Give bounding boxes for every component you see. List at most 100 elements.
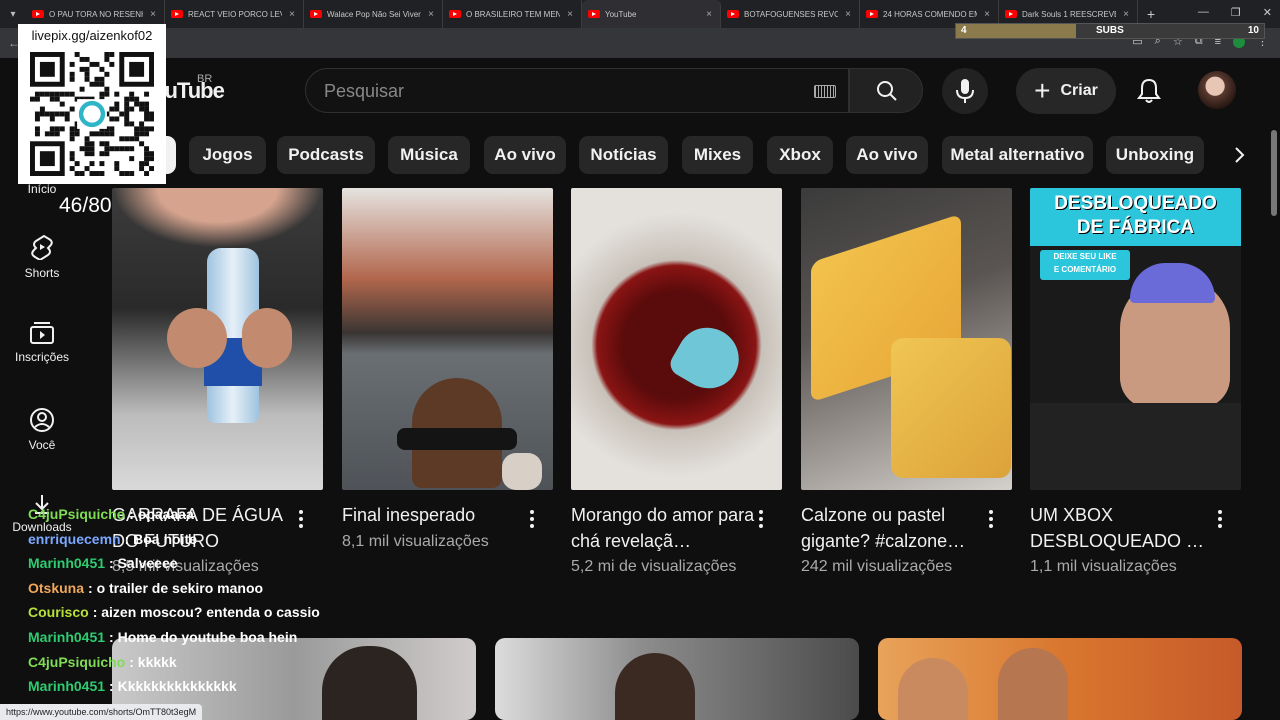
chips-next-button[interactable] [1217, 136, 1261, 174]
search-icon [877, 81, 897, 101]
chip[interactable]: Unboxing [1106, 136, 1204, 174]
tab-close-icon[interactable]: × [148, 9, 158, 20]
tab-title: YouTube [605, 9, 637, 19]
screen: ▾ O PAU TORA NO RESENHA × REACT VEIO PORC… [0, 0, 1280, 720]
page-scrollbar[interactable] [1271, 130, 1277, 216]
video-thumbnail[interactable] [878, 638, 1242, 720]
chat-message: Marinh0451: Salveeee [28, 555, 178, 571]
minimize-icon[interactable]: — [1198, 6, 1209, 19]
chip[interactable]: Metal alternativo [942, 136, 1093, 174]
tab-close-icon[interactable]: × [843, 9, 853, 20]
chat-username: enrriquecemn [28, 530, 121, 547]
tab-close-icon[interactable]: × [982, 9, 992, 20]
qr-label: livepix.gg/aizenkof02 [31, 28, 153, 43]
close-window-icon[interactable]: ✕ [1263, 6, 1272, 19]
sidebar-item-shorts[interactable]: Shorts [0, 234, 84, 280]
short-views: 1,1 mil visualizações [1030, 558, 1177, 575]
search-box[interactable]: Pesquisar [305, 68, 849, 113]
chat-username: Marinh0451 [28, 629, 106, 645]
short-thumbnail[interactable] [801, 188, 1012, 490]
tab-close-icon[interactable]: × [1121, 9, 1131, 20]
short-thumbnail[interactable] [112, 188, 323, 490]
youtube-favicon-icon [449, 10, 461, 18]
tab-title: O PAU TORA NO RESENHA [49, 9, 143, 19]
more-options-icon[interactable] [1217, 510, 1223, 530]
chat-message: Marinh0451: Kkkkkkkkkkkkkkk [28, 678, 237, 694]
chip[interactable]: Xbox [767, 136, 833, 174]
tab-title: 24 HORAS COMENDO EM [883, 9, 977, 19]
tab-title: Dark Souls 1 REESCREVE [1022, 9, 1116, 19]
youtube-favicon-icon [866, 10, 878, 18]
more-options-icon[interactable] [758, 510, 764, 530]
chat-text: : aizen moscou? entenda o cassio [92, 604, 320, 621]
more-options-icon[interactable] [298, 510, 304, 530]
keyboard-icon[interactable] [814, 85, 836, 98]
tab-close-icon[interactable]: × [287, 9, 297, 20]
sidebar-item-label: Shorts [24, 266, 60, 280]
youtube-favicon-icon [1005, 10, 1017, 18]
microphone-icon [956, 79, 974, 103]
notifications-bell-icon[interactable] [1135, 77, 1163, 105]
account-avatar[interactable] [1198, 71, 1236, 109]
create-button[interactable]: + Criar [1016, 68, 1116, 114]
short-views: 5,2 mi de visualizações [571, 558, 737, 575]
sidebar-item-subscriptions[interactable]: Inscrições [0, 322, 84, 364]
goal-counter: 46/80 [59, 194, 112, 217]
chat-message: C4juPsiquicho: opaaaaa [28, 506, 194, 522]
chevron-right-icon [1235, 147, 1245, 163]
chat-message: Otskuna: o trailer de sekiro manoo [28, 580, 263, 596]
search-button[interactable] [849, 68, 923, 113]
chat-text: : Salveeee [109, 555, 178, 572]
plus-icon: + [1034, 75, 1051, 106]
thumbnail-caption: DESBLOQUEADO [1054, 193, 1217, 214]
browser-tab[interactable]: O BRASILEIRO TEM MENOS × [443, 0, 582, 28]
short-title[interactable]: Calzone ou pastel gigante? #calzone… [801, 502, 991, 554]
donation-qr-code: livepix.gg/aizenkof02 [18, 24, 166, 184]
tab-close-icon[interactable]: × [565, 9, 575, 20]
short-thumbnail[interactable] [342, 188, 553, 490]
search-input[interactable]: Pesquisar [324, 81, 404, 102]
chip[interactable]: Notícias [579, 136, 668, 174]
video-thumbnail[interactable] [495, 638, 859, 720]
short-thumbnail[interactable] [571, 188, 782, 490]
tab-title: Walace Pop Não Sei Viver [327, 9, 421, 19]
chip[interactable]: Ao vivo [846, 136, 928, 174]
restore-icon[interactable]: ❐ [1231, 6, 1241, 19]
window-controls: — ❐ ✕ [1198, 6, 1272, 19]
chat-username: Marinh0451 [28, 555, 106, 572]
short-views: 8,1 mil visualizações [342, 533, 489, 550]
chip[interactable]: Mixes [682, 136, 753, 174]
new-tab-icon[interactable]: + [1138, 6, 1164, 22]
chip[interactable]: Jogos [189, 136, 266, 174]
tab-close-icon[interactable]: × [704, 9, 714, 20]
subscriptions-icon [30, 322, 54, 344]
chip[interactable]: Podcasts [277, 136, 375, 174]
short-title[interactable]: Final inesperado [342, 502, 532, 528]
subs-goal-bar: 4 SUBS 10 [955, 23, 1265, 39]
browser-tab[interactable]: Walace Pop Não Sei Viver × [304, 0, 443, 28]
tab-close-icon[interactable]: × [426, 9, 436, 20]
sidebar-item-label: Você [28, 438, 56, 452]
link-status-bar: https://www.youtube.com/shorts/OmTT80t3e… [0, 704, 203, 720]
short-title[interactable]: Morango do amor para chá revelaçã… [571, 502, 761, 554]
thumbnail-caption: DE FÁBRICA [1076, 217, 1195, 238]
more-options-icon[interactable] [529, 510, 535, 530]
short-thumbnail[interactable]: DESBLOQUEADO DE FÁBRICA DEIXE SEU LIKE E… [1030, 188, 1241, 490]
thumbnail-caption: DEIXE SEU LIKE [1053, 252, 1117, 261]
chip[interactable]: Ao vivo [484, 136, 566, 174]
more-options-icon[interactable] [988, 510, 994, 530]
browser-tab[interactable]: REACT VEIO PORCO LEVA × [165, 0, 304, 28]
subs-goal-label: SUBS [1096, 25, 1124, 36]
chip[interactable]: Música [388, 136, 470, 174]
short-title[interactable]: UM XBOX DESBLOQUEADO … [1030, 502, 1220, 554]
voice-search-button[interactable] [942, 68, 988, 114]
sidebar-item-you[interactable]: Você [0, 408, 84, 452]
tab-title: REACT VEIO PORCO LEVA [188, 9, 282, 19]
thumbnail-caption: E COMENTÁRIO [1053, 265, 1117, 274]
browser-tab-active[interactable]: YouTube × [582, 0, 721, 28]
browser-tab[interactable]: BOTAFOGUENSES REVOLTA × [721, 0, 860, 28]
chat-text: : Kkkkkkkkkkkkkkk [109, 678, 237, 695]
chat-message: Courisco: aizen moscou? entenda o cassio [28, 604, 320, 620]
tab-title: O BRASILEIRO TEM MENOS [466, 9, 560, 19]
youtube-favicon-icon [171, 10, 183, 18]
